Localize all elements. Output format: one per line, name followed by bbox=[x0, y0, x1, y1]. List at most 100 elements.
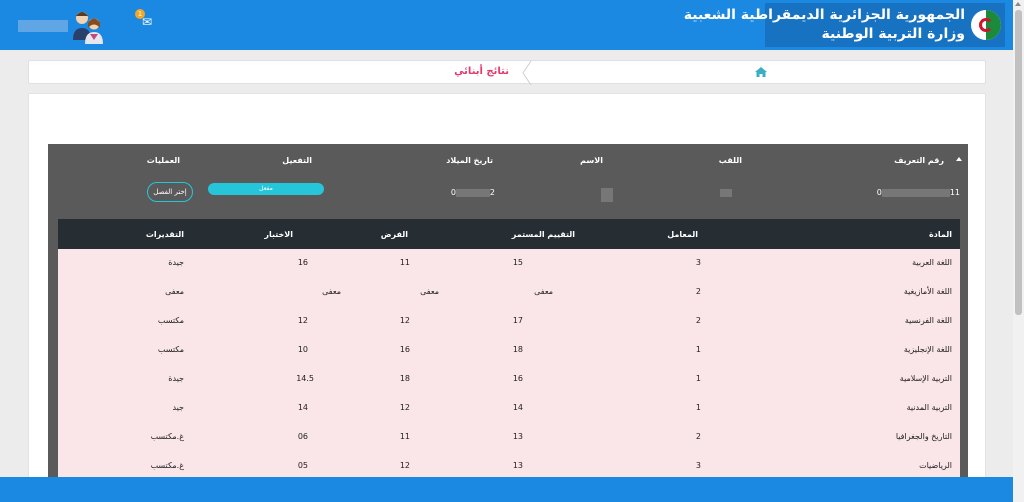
ministry-title: وزارة التربية الوطنية bbox=[821, 26, 965, 42]
grades-col-appreciation[interactable]: التقديرات bbox=[146, 230, 184, 239]
table-row: التربية الإسلامية 1 16 18 14.5 جيدة bbox=[58, 365, 960, 394]
col-header-id[interactable]: رقم التعريف bbox=[894, 156, 944, 165]
cell-appreciation: جيد bbox=[172, 403, 184, 412]
cell-continuous: 13 bbox=[512, 461, 523, 470]
table-row: التربية المدنية 1 14 12 14 جيد bbox=[58, 394, 960, 423]
mail-icon[interactable]: ✉ bbox=[142, 15, 152, 29]
cell-homework: 18 bbox=[399, 374, 410, 383]
cell-appreciation: معفى bbox=[165, 287, 184, 296]
cell-continuous: 18 bbox=[512, 345, 523, 354]
cell-appreciation: جيدة bbox=[168, 374, 184, 383]
grades-col-coef[interactable]: المعامل bbox=[667, 230, 698, 239]
cell-homework: 12 bbox=[399, 461, 410, 470]
cell-subject: اللغة الأمازيغية bbox=[903, 287, 952, 296]
scrollbar-thumb[interactable] bbox=[1015, 10, 1022, 315]
cell-homework: 12 bbox=[399, 403, 410, 412]
cell-subject: اللغة الإنجليزية bbox=[903, 345, 952, 354]
cell-coef: 2 bbox=[695, 287, 701, 296]
cell-appreciation: غ.مكتسب bbox=[150, 432, 184, 441]
cell-exam: 05 bbox=[297, 461, 308, 470]
student-surname bbox=[720, 188, 732, 197]
table-row: اللغة الفرنسية 2 17 12 12 مكتسب bbox=[58, 307, 960, 336]
breadcrumb: نتائج أبنائي bbox=[28, 60, 986, 85]
student-grid-header: رقم التعريف اللقب الاسم تاريخ الميلاد ال… bbox=[48, 144, 968, 178]
cell-homework: 11 bbox=[399, 432, 410, 441]
cell-coef: 1 bbox=[695, 403, 701, 412]
cell-appreciation: جيدة bbox=[168, 258, 184, 267]
grades-col-exam[interactable]: الاختبار bbox=[264, 230, 293, 239]
cell-coef: 2 bbox=[695, 432, 701, 441]
cell-exam: معفى bbox=[322, 287, 341, 296]
cell-homework: 16 bbox=[399, 345, 410, 354]
republic-title: الجمهورية الجزائرية الديمقراطية الشعبية bbox=[683, 7, 965, 23]
cell-coef: 2 bbox=[695, 316, 701, 325]
cell-exam: 12 bbox=[297, 316, 308, 325]
col-header-operations[interactable]: العمليات bbox=[147, 156, 180, 165]
cell-exam: 06 bbox=[297, 432, 308, 441]
cell-subject: التربية المدنية bbox=[906, 403, 952, 412]
student-grid: رقم التعريف اللقب الاسم تاريخ الميلاد ال… bbox=[48, 144, 968, 484]
cell-continuous: 13 bbox=[512, 432, 523, 441]
results-panel: رقم التعريف اللقب الاسم تاريخ الميلاد ال… bbox=[28, 93, 986, 493]
grades-table-header: المادة المعامل التقييم المستمر الفرض الا… bbox=[58, 219, 960, 249]
parent-avatar-icon[interactable] bbox=[68, 6, 108, 46]
cell-coef: 3 bbox=[695, 258, 701, 267]
col-header-surname[interactable]: اللقب bbox=[719, 156, 742, 165]
user-name-redacted[interactable] bbox=[18, 20, 68, 32]
grades-col-continuous[interactable]: التقييم المستمر bbox=[512, 230, 575, 239]
cell-coef: 1 bbox=[695, 374, 701, 383]
grades-col-subject[interactable]: المادة bbox=[929, 230, 952, 239]
cell-exam: 14 bbox=[297, 403, 308, 412]
ministry-brand[interactable]: الجمهورية الجزائرية الديمقراطية الشعبية … bbox=[684, 3, 1005, 47]
cell-continuous: 16 bbox=[512, 374, 523, 383]
grades-table-body: اللغة العربية 3 15 11 16 جيدة اللغة الأم… bbox=[58, 249, 960, 484]
cell-continuous: 17 bbox=[512, 316, 523, 325]
cell-subject: التربية الإسلامية bbox=[899, 374, 952, 383]
cell-subject: اللغة العربية bbox=[912, 258, 952, 267]
cell-subject: الرياضيات bbox=[919, 461, 952, 470]
cell-continuous: معفى bbox=[534, 287, 553, 296]
cell-coef: 1 bbox=[695, 345, 701, 354]
col-header-birthdate[interactable]: تاريخ الميلاد bbox=[446, 156, 493, 165]
student-id: 0 11 bbox=[876, 188, 960, 197]
student-birthdate: 02 bbox=[450, 188, 495, 197]
cell-continuous: 14 bbox=[512, 403, 523, 412]
cell-exam: 10 bbox=[297, 345, 308, 354]
cell-coef: 3 bbox=[695, 461, 701, 470]
redacted-block bbox=[601, 188, 613, 202]
activation-status-badge: مفعل bbox=[208, 183, 324, 195]
grades-table: المادة المعامل التقييم المستمر الفرض الا… bbox=[58, 219, 960, 484]
top-navbar: الجمهورية الجزائرية الديمقراطية الشعبية … bbox=[0, 0, 1013, 50]
cell-homework: 11 bbox=[399, 258, 410, 267]
redacted-block bbox=[881, 188, 950, 197]
cell-appreciation: غ.مكتسب bbox=[150, 461, 184, 470]
collapse-caret-icon[interactable] bbox=[956, 157, 962, 161]
page-footer bbox=[0, 477, 1013, 502]
cell-subject: التاريخ والجغرافيا bbox=[895, 432, 952, 441]
cell-exam: 16 bbox=[297, 258, 308, 267]
cell-homework: معفى bbox=[420, 287, 439, 296]
table-row: اللغة الإنجليزية 1 18 16 10 مكتسب bbox=[58, 336, 960, 365]
algeria-flag-icon bbox=[971, 10, 1001, 40]
cell-appreciation: مكتسب bbox=[157, 316, 184, 325]
redacted-block bbox=[455, 188, 490, 197]
grades-col-homework[interactable]: الفرض bbox=[381, 230, 408, 239]
table-row: اللغة العربية 3 15 11 16 جيدة bbox=[58, 249, 960, 278]
cell-appreciation: مكتسب bbox=[157, 345, 184, 354]
breadcrumb-separator-icon bbox=[522, 61, 532, 85]
student-name bbox=[601, 188, 613, 202]
home-icon[interactable] bbox=[755, 67, 767, 77]
scroll-up-icon[interactable] bbox=[1015, 2, 1021, 6]
select-term-button[interactable]: إختر الفصل bbox=[147, 182, 193, 202]
cell-subject: اللغة الفرنسية bbox=[904, 316, 952, 325]
col-header-name[interactable]: الاسم bbox=[580, 156, 603, 165]
breadcrumb-current[interactable]: نتائج أبنائي bbox=[429, 66, 509, 77]
table-row: التاريخ والجغرافيا 2 13 11 06 غ.مكتسب bbox=[58, 423, 960, 452]
redacted-block bbox=[720, 188, 732, 197]
page-scrollbar[interactable] bbox=[1013, 0, 1024, 502]
table-row: اللغة الأمازيغية 2 معفى معفى معفى معفى bbox=[58, 278, 960, 307]
cell-homework: 12 bbox=[399, 316, 410, 325]
col-header-activation[interactable]: التفعيل bbox=[282, 156, 312, 165]
student-row: 0 11 02 مفعل إختر الفصل bbox=[48, 178, 968, 218]
cell-continuous: 15 bbox=[512, 258, 523, 267]
